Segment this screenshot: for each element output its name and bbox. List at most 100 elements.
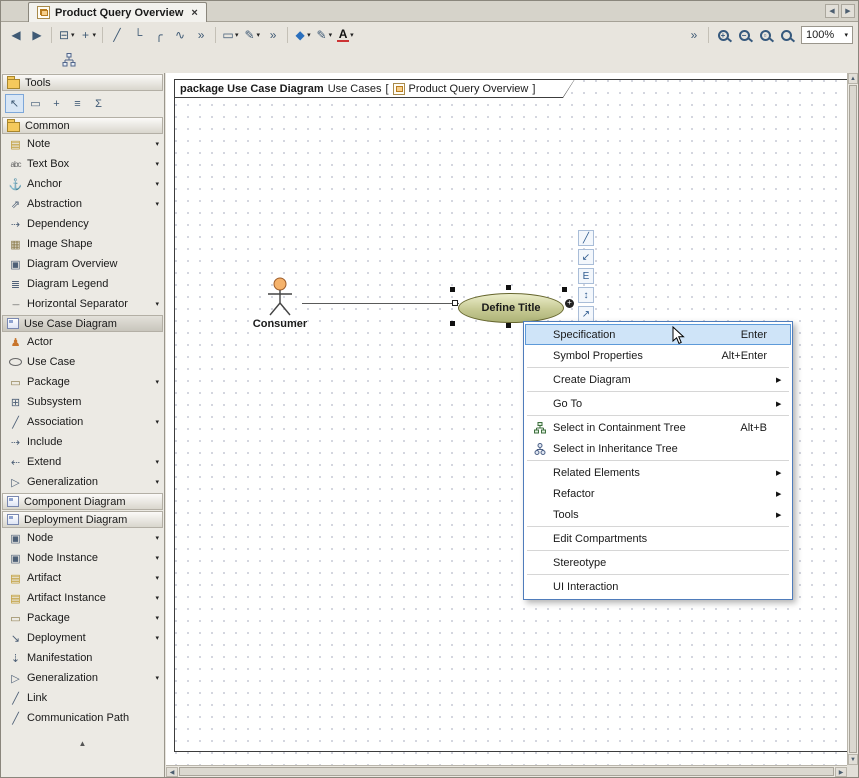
palette-item-deployment[interactable]: ↘Deployment▾ bbox=[1, 628, 164, 648]
scroll-right-arrow[interactable]: ▶ bbox=[835, 767, 847, 777]
selection-handle[interactable] bbox=[506, 285, 511, 290]
dropdown-arrow-icon[interactable]: ▾ bbox=[155, 378, 159, 386]
marquee-button[interactable]: ▭▾ bbox=[220, 25, 241, 45]
palette-item-include[interactable]: ⇢Include bbox=[1, 432, 164, 452]
zoom-level-combobox[interactable]: 100% ▾ bbox=[801, 26, 853, 44]
palette-item-node-instance[interactable]: ▣Node Instance▾ bbox=[1, 548, 164, 568]
zoom-in-button[interactable]: + bbox=[713, 25, 733, 45]
palette-item-anchor[interactable]: ⚓Anchor▾ bbox=[1, 174, 164, 194]
scroll-down-arrow[interactable]: ▼ bbox=[848, 754, 858, 765]
dropdown-arrow-icon[interactable]: ▾ bbox=[155, 140, 159, 148]
selection-handle[interactable] bbox=[450, 287, 455, 292]
extension-point-button[interactable]: E bbox=[578, 268, 594, 284]
palette-item-subsystem[interactable]: ⊞Subsystem bbox=[1, 392, 164, 412]
menu-item-ui-interaction[interactable]: UI Interaction bbox=[525, 576, 791, 597]
smart-link-handle[interactable]: + bbox=[565, 299, 574, 308]
line-color-button[interactable]: ✎▾ bbox=[314, 25, 335, 45]
zoom-fit-button[interactable]: ▫ bbox=[755, 25, 775, 45]
menu-item-create-diagram[interactable]: Create Diagram ▶ bbox=[525, 369, 791, 390]
scroll-up-arrow[interactable]: ▲ bbox=[848, 73, 858, 84]
zoom-selection-button[interactable] bbox=[776, 25, 796, 45]
palette-item-horizontal-separator[interactable]: ----Horizontal Separator▾ bbox=[1, 294, 164, 314]
palette-item-use-case[interactable]: Use Case bbox=[1, 352, 164, 372]
selection-handle[interactable] bbox=[562, 287, 567, 292]
order-tool[interactable]: Σ bbox=[89, 94, 108, 113]
palette-section-deployment-diagram[interactable]: Deployment Diagram bbox=[2, 511, 163, 528]
tab-product-query-overview[interactable]: Product Query Overview × bbox=[28, 2, 207, 22]
palette-item-dependency[interactable]: ⇢Dependency bbox=[1, 214, 164, 234]
dropdown-arrow-icon[interactable]: ▾ bbox=[155, 180, 159, 188]
palette-item-communication-path[interactable]: ╱Communication Path bbox=[1, 708, 164, 728]
palette-collapse-button[interactable]: ▲ bbox=[1, 736, 164, 750]
actor-consumer[interactable] bbox=[260, 277, 300, 317]
dropdown-arrow-icon[interactable]: ▾ bbox=[155, 674, 159, 682]
menu-item-edit-compartments[interactable]: Edit Compartments bbox=[525, 528, 791, 549]
menu-item-select-in-inheritance-tree[interactable]: Select in Inheritance Tree bbox=[525, 438, 791, 459]
toolbar-overflow-button[interactable]: » bbox=[684, 25, 704, 45]
dropdown-arrow-icon[interactable]: ▾ bbox=[155, 160, 159, 168]
bezier-path-button[interactable]: ╭ bbox=[149, 25, 169, 45]
vertical-scrollbar[interactable]: ▲ ▼ bbox=[847, 73, 858, 765]
pan-tool[interactable]: + bbox=[47, 94, 66, 113]
selection-handle[interactable] bbox=[506, 323, 511, 328]
selection-tool[interactable]: ↖ bbox=[5, 94, 24, 113]
dropdown-arrow-icon[interactable]: ▾ bbox=[155, 300, 159, 308]
tab-scroll-left-button[interactable]: ◀ bbox=[825, 4, 839, 18]
palette-item-association[interactable]: ╱Association▾ bbox=[1, 412, 164, 432]
scroll-left-arrow[interactable]: ◀ bbox=[166, 767, 178, 777]
menu-item-symbol-properties[interactable]: Symbol Properties Alt+Enter bbox=[525, 345, 791, 366]
link-button[interactable]: ↙ bbox=[578, 249, 594, 265]
palette-item-text-box[interactable]: abcText Box▾ bbox=[1, 154, 164, 174]
draw-arrow-button[interactable]: ↗ bbox=[578, 306, 594, 322]
dropdown-arrow-icon[interactable]: ▾ bbox=[155, 594, 159, 602]
palette-item-artifact-instance[interactable]: ▤Artifact Instance▾ bbox=[1, 588, 164, 608]
related-elements-button[interactable]: ⊟▾ bbox=[56, 25, 77, 45]
style-overflow-button[interactable]: » bbox=[263, 25, 283, 45]
pen-style-button[interactable]: ✎▾ bbox=[242, 25, 263, 45]
menu-item-refactor[interactable]: Refactor ▶ bbox=[525, 483, 791, 504]
association-line[interactable] bbox=[302, 303, 459, 304]
palette-section-component-diagram[interactable]: Component Diagram bbox=[2, 493, 163, 510]
horizontal-scroll-thumb[interactable] bbox=[179, 767, 834, 776]
fill-color-button[interactable]: ◆▾ bbox=[292, 25, 313, 45]
palette-item-extend[interactable]: ⇠Extend▾ bbox=[1, 452, 164, 472]
containment-tree-button[interactable] bbox=[59, 50, 79, 70]
paths-overflow-button[interactable]: » bbox=[191, 25, 211, 45]
tab-close-icon[interactable]: × bbox=[191, 7, 197, 19]
font-color-button[interactable]: A▾ bbox=[335, 25, 356, 45]
dropdown-arrow-icon[interactable]: ▾ bbox=[155, 614, 159, 622]
palette-item-diagram-legend[interactable]: ≣Diagram Legend bbox=[1, 274, 164, 294]
selection-handle[interactable] bbox=[450, 321, 455, 326]
palette-item-generalization-deployment[interactable]: ▷Generalization▾ bbox=[1, 668, 164, 688]
palette-section-use-case-diagram[interactable]: Use Case Diagram bbox=[2, 315, 163, 332]
palette-item-artifact[interactable]: ▤Artifact▾ bbox=[1, 568, 164, 588]
insert-shape-button[interactable]: +▾ bbox=[78, 25, 99, 45]
forward-button[interactable]: ▶ bbox=[27, 25, 47, 45]
palette-item-diagram-overview[interactable]: ▣Diagram Overview bbox=[1, 254, 164, 274]
rectilinear-path-button[interactable]: └ bbox=[128, 25, 148, 45]
menu-item-related-elements[interactable]: Related Elements ▶ bbox=[525, 462, 791, 483]
palette-item-actor[interactable]: ♟Actor bbox=[1, 332, 164, 352]
palette-section-common[interactable]: Common bbox=[2, 117, 163, 134]
palette-item-generalization[interactable]: ▷Generalization▾ bbox=[1, 472, 164, 492]
dropdown-arrow-icon[interactable]: ▾ bbox=[155, 458, 159, 466]
palette-item-manifestation[interactable]: ⇣Manifestation bbox=[1, 648, 164, 668]
zoom-out-button[interactable]: − bbox=[734, 25, 754, 45]
palette-item-image-shape[interactable]: ▦Image Shape bbox=[1, 234, 164, 254]
menu-item-go-to[interactable]: Go To ▶ bbox=[525, 393, 791, 414]
back-button[interactable]: ◀ bbox=[6, 25, 26, 45]
palette-item-package[interactable]: ▭Package▾ bbox=[1, 372, 164, 392]
spline-path-button[interactable]: ∿ bbox=[170, 25, 190, 45]
menu-item-select-in-containment-tree[interactable]: Select in Containment Tree Alt+B bbox=[525, 417, 791, 438]
palette-item-abstraction[interactable]: ⇗Abstraction▾ bbox=[1, 194, 164, 214]
menu-item-specification[interactable]: Specification Enter bbox=[525, 324, 791, 345]
dropdown-arrow-icon[interactable]: ▾ bbox=[155, 478, 159, 486]
dropdown-arrow-icon[interactable]: ▾ bbox=[155, 418, 159, 426]
align-tool[interactable]: ≡ bbox=[68, 94, 87, 113]
palette-item-note[interactable]: ▤Note▾ bbox=[1, 134, 164, 154]
palette-item-package-deployment[interactable]: ▭Package▾ bbox=[1, 608, 164, 628]
diagram-canvas[interactable]: package Use Case Diagram Use Cases [ Pro… bbox=[166, 73, 847, 765]
vertical-scroll-thumb[interactable] bbox=[849, 85, 857, 753]
dropdown-arrow-icon[interactable]: ▾ bbox=[155, 200, 159, 208]
dropdown-arrow-icon[interactable]: ▾ bbox=[155, 574, 159, 582]
